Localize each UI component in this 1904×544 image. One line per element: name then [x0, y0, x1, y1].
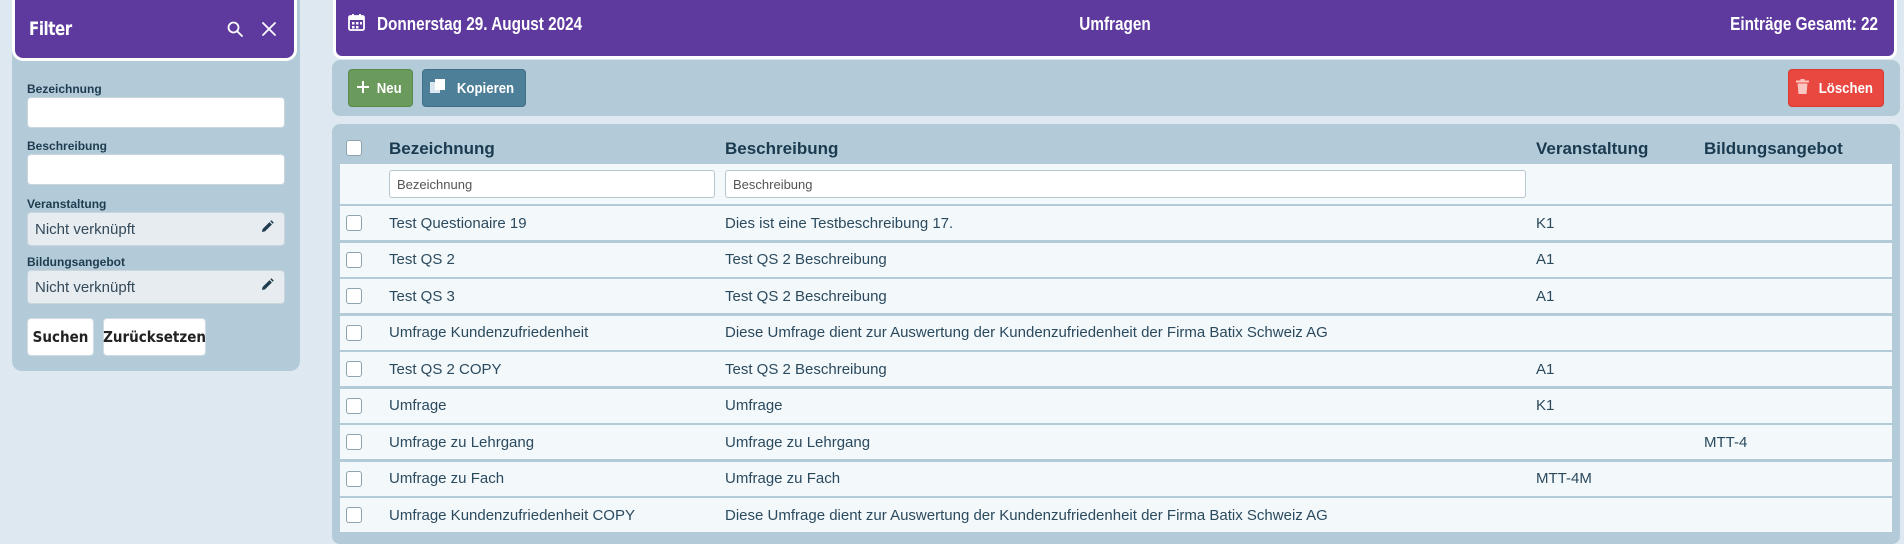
close-icon[interactable]	[258, 18, 280, 40]
table-row[interactable]: Test QS 2 COPY Test QS 2 Beschreibung A1	[340, 352, 1892, 386]
toolbar: Neu Kopieren Löschen	[332, 60, 1900, 116]
row-checkbox[interactable]	[346, 251, 362, 268]
row-checkbox[interactable]	[346, 470, 362, 487]
delete-button[interactable]: Löschen	[1788, 69, 1884, 107]
filter-title: Filter	[29, 18, 72, 40]
cell-beschreibung: Umfrage zu Lehrgang	[725, 433, 871, 451]
new-button-label: Neu	[377, 79, 402, 97]
column-header-bildungsangebot[interactable]: Bildungsangebot	[1704, 139, 1843, 159]
page-header: Donnerstag 29. August 2024 Umfragen Eint…	[336, 0, 1894, 56]
row-checkbox[interactable]	[346, 288, 362, 304]
column-filter-row	[340, 164, 1892, 204]
cell-beschreibung: Diese Umfrage dient zur Auswertung der K…	[725, 506, 1328, 524]
cell-bezeichnung: Test Questionaire 19	[389, 214, 527, 232]
table-row[interactable]: Umfrage zu Lehrgang Umfrage zu Lehrgang MT…	[340, 425, 1892, 459]
cell-bezeichnung: Umfrage zu Lehrgang	[389, 433, 535, 451]
select-all-checkbox[interactable]	[346, 140, 362, 156]
cell-bezeichnung: Test QS 3	[389, 287, 455, 305]
cell-bezeichnung: Umfrage	[389, 397, 447, 414]
table-row[interactable]: Umfrage zu Fach Umfrage zu Fach MTT-4M	[340, 461, 1892, 496]
cell-veranstaltung: MTT-4M	[1536, 470, 1592, 487]
cell-veranstaltung: A1	[1536, 360, 1555, 378]
search-icon[interactable]	[224, 18, 246, 40]
filter-header: Filter	[15, 0, 294, 58]
search-button[interactable]: Suchen	[27, 318, 94, 356]
plus-icon	[357, 80, 370, 97]
cell-veranstaltung: K1	[1536, 397, 1555, 414]
row-checkbox[interactable]	[346, 397, 362, 414]
cell-bezeichnung: Umfrage Kundenzufriedenheit	[389, 324, 589, 341]
cell-beschreibung: Test QS 2 Beschreibung	[725, 360, 887, 378]
reset-button[interactable]: Zurücksetzen	[103, 318, 206, 356]
bezeichnung-column-filter[interactable]	[389, 170, 715, 198]
table-row[interactable]: Umfrage Kundenzufriedenheit COPY Diese Um…	[340, 498, 1892, 532]
copy-button-label: Kopieren	[457, 79, 515, 97]
cell-beschreibung: Test QS 2 Beschreibung	[725, 251, 887, 268]
bildungsangebot-link-field[interactable]: Nicht verknüpft	[27, 270, 285, 304]
veranstaltung-value: Nicht verknüpft	[35, 220, 136, 238]
bezeichnung-label: Bezeichnung	[27, 82, 102, 96]
cell-beschreibung: Test QS 2 Beschreibung	[725, 287, 887, 305]
total-entries: Einträge Gesamt: 22	[1730, 13, 1878, 34]
table-row[interactable]: Test Questionaire 19 Dies ist eine Testbe…	[340, 206, 1892, 240]
delete-button-label: Löschen	[1818, 79, 1873, 97]
cell-bezeichnung: Test QS 2 COPY	[389, 360, 502, 378]
row-checkbox[interactable]	[346, 361, 362, 377]
pencil-icon[interactable]	[260, 278, 274, 296]
veranstaltung-label: Veranstaltung	[27, 197, 107, 211]
beschreibung-column-filter[interactable]	[725, 170, 1526, 198]
beschreibung-filter-input[interactable]	[27, 154, 285, 185]
cell-beschreibung: Dies ist eine Testbeschreibung 17.	[725, 214, 954, 232]
pencil-icon[interactable]	[260, 220, 274, 238]
table-row[interactable]: Test QS 2 Test QS 2 Beschreibung A1	[340, 242, 1892, 277]
row-checkbox[interactable]	[346, 324, 362, 341]
table-row[interactable]: Umfrage Kundenzufriedenheit Diese Umfrage…	[340, 315, 1892, 350]
cell-beschreibung: Umfrage zu Fach	[725, 470, 841, 487]
row-checkbox[interactable]	[346, 215, 362, 231]
row-checkbox[interactable]	[346, 507, 362, 523]
page-title: Umfragen	[1079, 13, 1151, 34]
survey-table: Bezeichnung Beschreibung Veranstaltung B…	[332, 124, 1900, 544]
row-checkbox[interactable]	[346, 434, 362, 450]
table-row[interactable]: Umfrage Umfrage K1	[340, 388, 1892, 423]
trash-icon	[1795, 78, 1809, 98]
cell-bildungsangebot: MTT-4	[1704, 433, 1748, 451]
column-header-veranstaltung[interactable]: Veranstaltung	[1536, 139, 1648, 159]
column-header-bezeichnung[interactable]: Bezeichnung	[389, 139, 495, 159]
copy-button[interactable]: Kopieren	[422, 69, 526, 107]
cell-bezeichnung: Test QS 2	[389, 251, 455, 268]
new-button[interactable]: Neu	[348, 69, 413, 107]
veranstaltung-link-field[interactable]: Nicht verknüpft	[27, 212, 285, 246]
cell-veranstaltung: A1	[1536, 251, 1555, 268]
cell-veranstaltung: K1	[1536, 214, 1555, 232]
table-header: Bezeichnung Beschreibung Veranstaltung B…	[340, 124, 1892, 164]
bildungsangebot-value: Nicht verknüpft	[35, 278, 136, 296]
bezeichnung-filter-input[interactable]	[27, 97, 285, 128]
cell-bezeichnung: Umfrage Kundenzufriedenheit COPY	[389, 506, 635, 524]
beschreibung-label: Beschreibung	[27, 139, 108, 153]
cell-beschreibung: Diese Umfrage dient zur Auswertung der K…	[725, 324, 1328, 341]
copy-icon	[429, 78, 447, 98]
cell-veranstaltung: A1	[1536, 287, 1555, 305]
table-row[interactable]: Test QS 3 Test QS 2 Beschreibung A1	[340, 279, 1892, 313]
column-header-beschreibung[interactable]: Beschreibung	[725, 139, 838, 159]
cell-bezeichnung: Umfrage zu Fach	[389, 470, 505, 487]
cell-beschreibung: Umfrage	[725, 397, 783, 414]
bildungsangebot-label: Bildungsangebot	[27, 255, 125, 269]
